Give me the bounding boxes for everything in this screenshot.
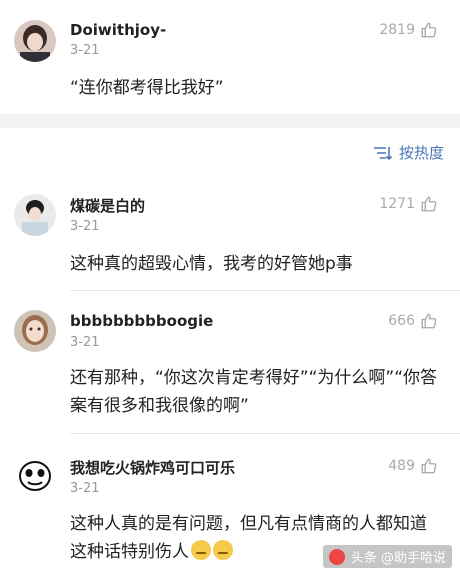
thumbs-up-icon (421, 22, 437, 38)
username[interactable]: Doiwithjoy- (70, 21, 166, 39)
comment-text: 这种真的超毁心情，我考的好管她p事 (70, 254, 353, 274)
watermark-text: 头条 @助手哈说 (350, 551, 446, 566)
like-count: 1271 (379, 196, 415, 212)
thumbs-up-icon (421, 196, 437, 212)
toutiao-logo-icon (328, 548, 345, 565)
like-count: 489 (388, 458, 415, 474)
avatar[interactable] (14, 20, 56, 62)
comment-date: 3-21 (70, 335, 100, 350)
avatar[interactable] (14, 194, 56, 236)
like-button[interactable]: 666 (388, 312, 438, 330)
comment-divider (70, 290, 460, 291)
comment-divider (70, 433, 460, 434)
thumbs-up-icon (421, 458, 437, 474)
avatar[interactable] (14, 310, 56, 352)
avatar[interactable] (14, 454, 56, 496)
awkward-emoji-icon (213, 540, 233, 560)
comment-date: 3-21 (70, 43, 100, 58)
like-button[interactable]: 489 (388, 457, 438, 475)
thumbs-up-icon (421, 313, 437, 329)
like-button[interactable]: 1271 (379, 195, 438, 213)
username[interactable]: 我想吃火锅炸鸡可口可乐 (70, 457, 235, 478)
username[interactable]: 煤碳是白的 (70, 195, 145, 216)
like-count: 2819 (379, 22, 415, 38)
comment-text: 还有那种，“你这次肯定考得好”“为什么啊”“你答案有很多和我很像的啊” (70, 368, 438, 416)
like-button[interactable]: 2819 (379, 21, 438, 39)
sort-icon (373, 146, 393, 160)
comment-date: 3-21 (70, 481, 100, 496)
sort-label: 按热度 (398, 144, 444, 162)
comment-date: 3-21 (70, 219, 100, 234)
username[interactable]: bbbbbbbbboogie (70, 312, 213, 330)
like-count: 666 (388, 313, 415, 329)
sort-by-popularity-button[interactable]: 按热度 (373, 142, 444, 163)
awkward-emoji-icon (191, 540, 211, 560)
watermark: 头条 @助手哈说 (322, 545, 452, 568)
comment-text: “连你都考得比我好” (70, 78, 224, 98)
section-divider (0, 114, 460, 128)
